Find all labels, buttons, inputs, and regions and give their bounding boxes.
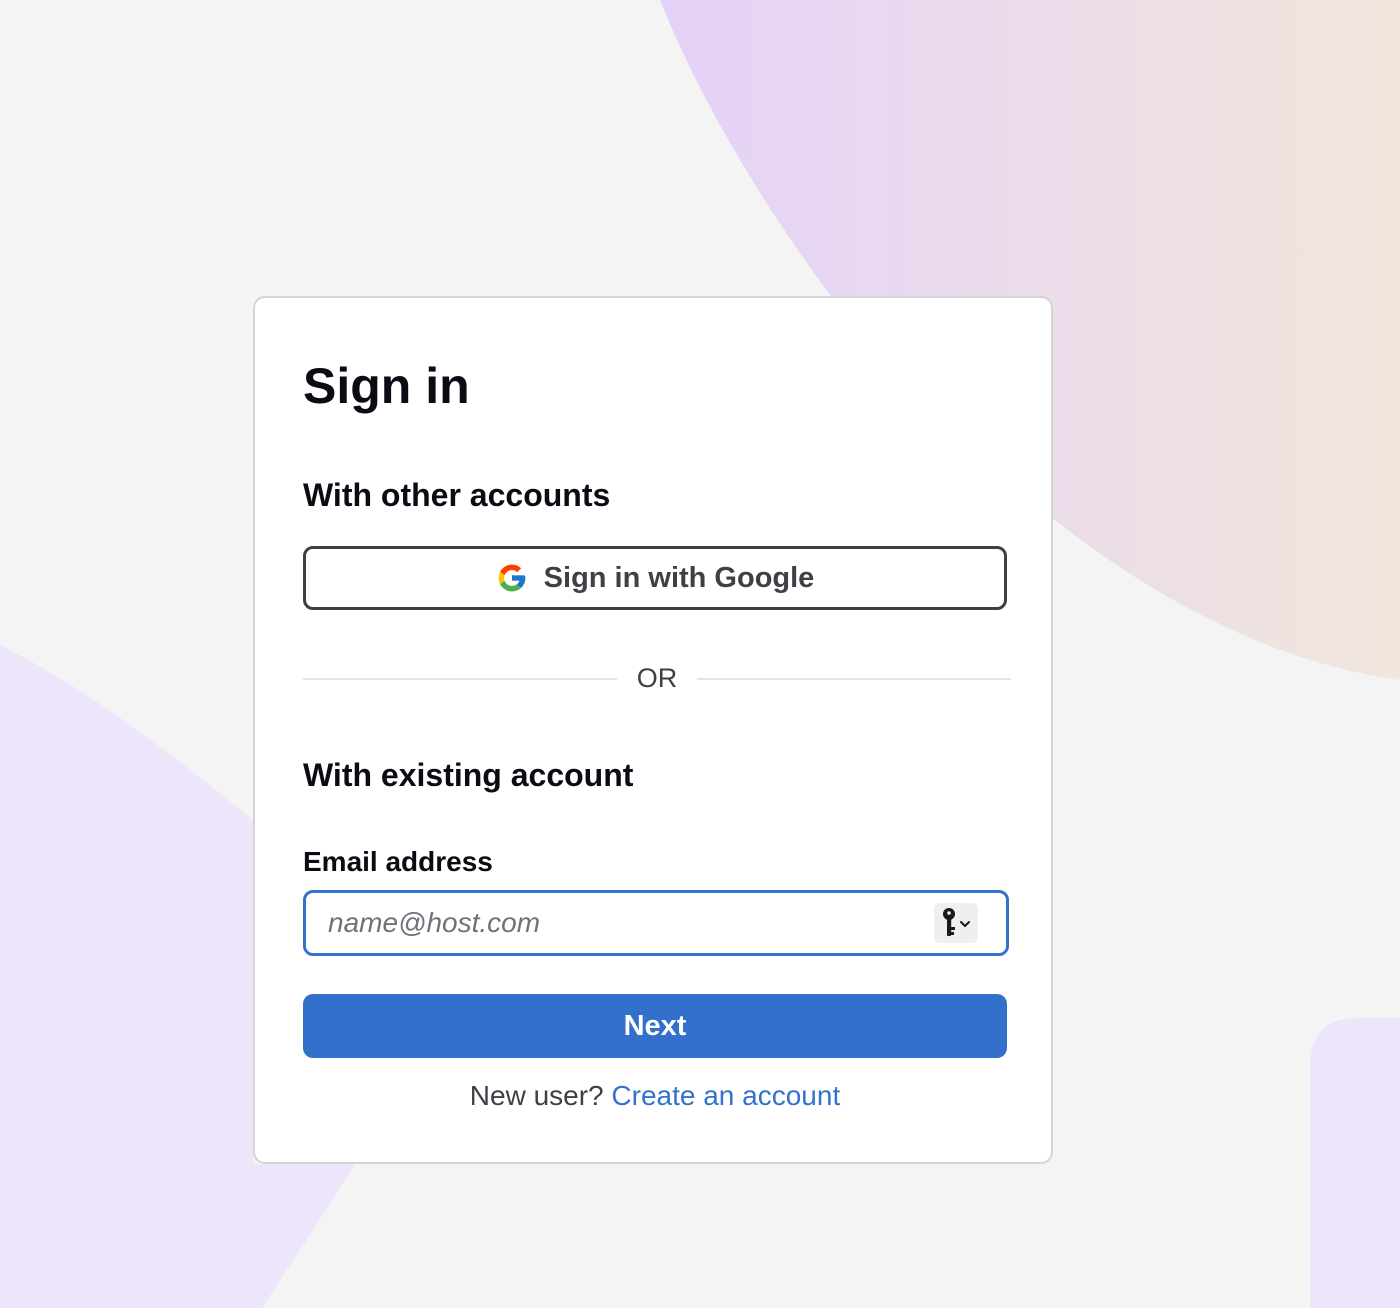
- sign-in-card: Sign in With other accounts Sign in with…: [253, 296, 1053, 1164]
- or-divider: OR: [303, 658, 1011, 698]
- divider-line-right: [697, 678, 1011, 680]
- sign-in-with-google-button[interactable]: Sign in with Google: [303, 546, 1007, 610]
- new-user-text: New user?: [469, 1080, 604, 1111]
- new-user-prompt: New user? Create an account: [303, 1078, 1007, 1114]
- divider-or-text: OR: [636, 663, 678, 693]
- password-manager-button[interactable]: [934, 903, 978, 943]
- google-button-label: Sign in with Google: [543, 561, 815, 594]
- email-field-label: Email address: [303, 846, 493, 877]
- key-icon: [943, 908, 970, 936]
- existing-account-heading: With existing account: [303, 757, 634, 793]
- email-field[interactable]: [306, 893, 906, 953]
- other-accounts-heading: With other accounts: [303, 477, 611, 513]
- page-title: Sign in: [303, 358, 470, 414]
- create-account-link[interactable]: Create an account: [611, 1080, 840, 1111]
- email-field-container: [303, 890, 1009, 956]
- google-logo-icon: [498, 564, 526, 592]
- decor-shape-bottom-right: [1310, 1018, 1400, 1308]
- divider-line-left: [303, 678, 617, 680]
- next-button[interactable]: Next: [303, 994, 1007, 1058]
